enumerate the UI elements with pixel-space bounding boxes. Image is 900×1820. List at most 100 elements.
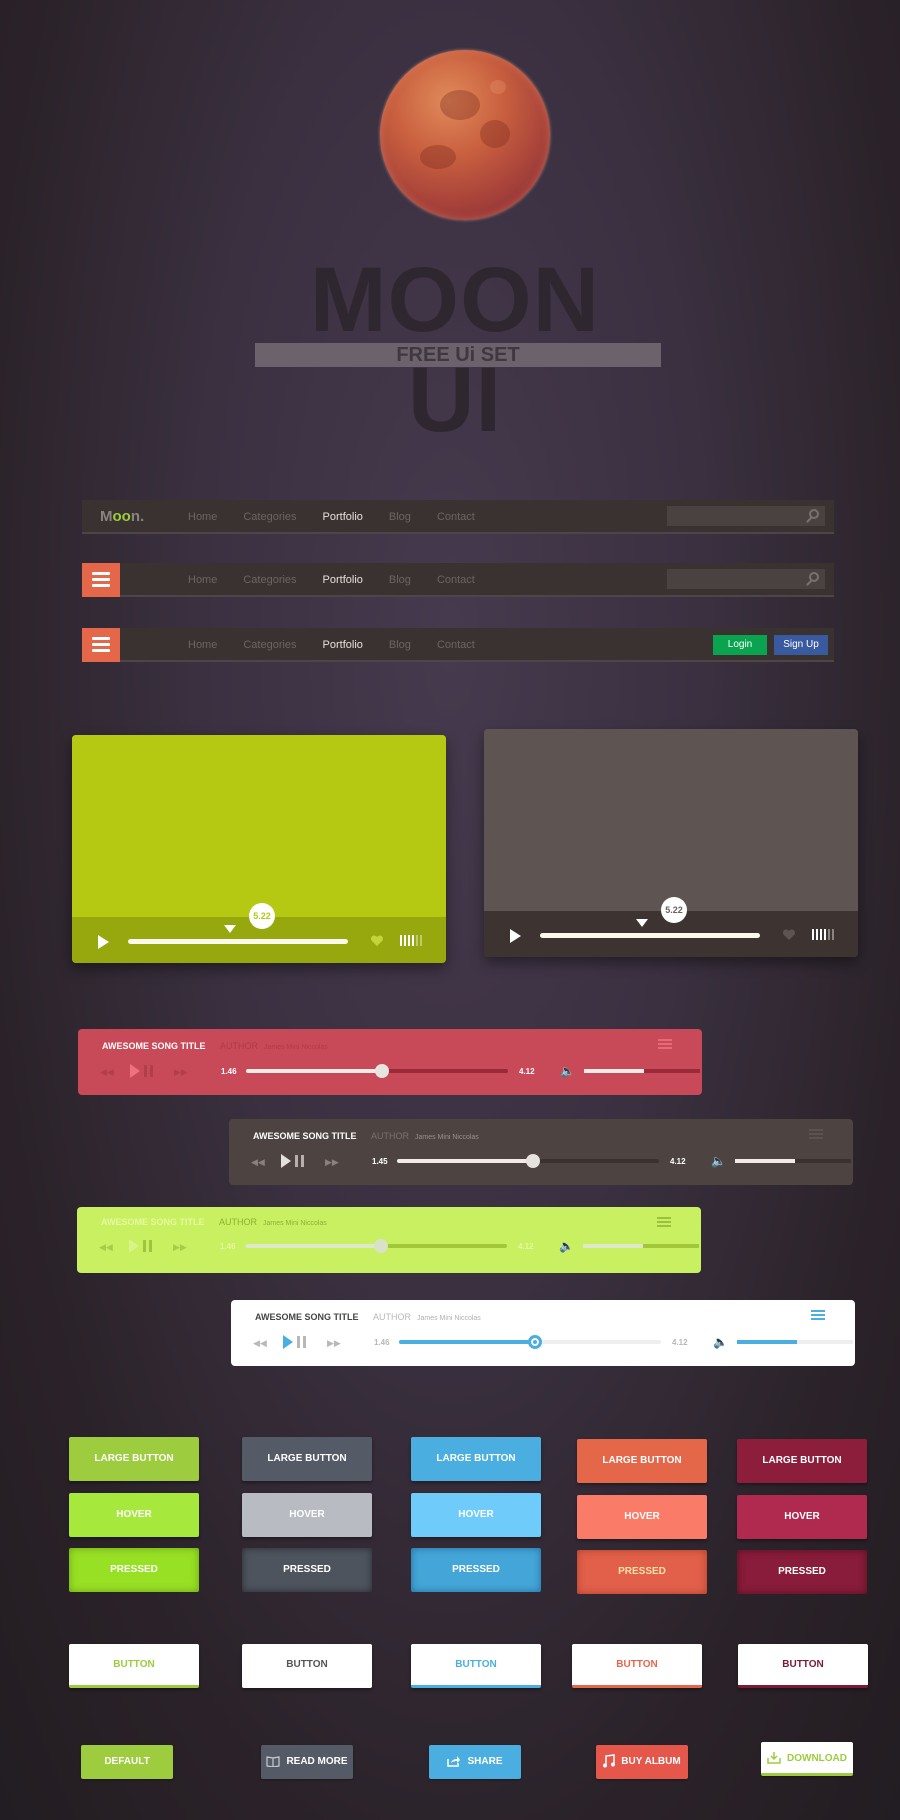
fast-forward-icon[interactable]: ▶▶ (327, 1338, 341, 1349)
large-button-crimson[interactable]: LARGE BUTTON (737, 1439, 867, 1483)
volume-slider[interactable] (583, 1244, 699, 1248)
volume-bars-icon[interactable] (400, 935, 422, 946)
hover-button-blue[interactable]: HOVER (411, 1493, 541, 1537)
fast-forward-icon[interactable]: ▶▶ (173, 1242, 187, 1253)
play-icon[interactable] (98, 935, 109, 949)
nav-item-contact[interactable]: Contact (437, 574, 475, 586)
white-button-crimson[interactable]: BUTTON (738, 1644, 868, 1688)
play-icon[interactable] (129, 1239, 139, 1253)
nav-item-home[interactable]: Home (188, 574, 217, 586)
volume-icon[interactable]: 🔈 (713, 1335, 728, 1349)
progress-marker[interactable] (224, 925, 236, 933)
share-button[interactable]: SHARE (429, 1745, 521, 1779)
pressed-button-crimson[interactable]: PRESSED (737, 1550, 867, 1594)
hamburger-button[interactable] (82, 563, 120, 597)
video-screen[interactable] (484, 729, 858, 911)
large-button-coral[interactable]: LARGE BUTTON (577, 1439, 707, 1483)
volume-icon[interactable]: 🔈 (560, 1064, 575, 1078)
nav-item-portfolio[interactable]: Portfolio (323, 639, 363, 651)
search-icon[interactable] (809, 572, 819, 582)
playlist-menu-icon[interactable] (811, 1310, 825, 1322)
seek-knob[interactable] (375, 1064, 390, 1078)
nav-item-home[interactable]: Home (188, 511, 217, 523)
signup-button[interactable]: Sign Up (774, 635, 828, 655)
video-progress-track[interactable] (540, 933, 760, 938)
volume-icon[interactable]: 🔈 (711, 1154, 726, 1168)
seek-bar[interactable] (245, 1239, 507, 1253)
hover-button-crimson[interactable]: HOVER (737, 1495, 867, 1539)
playlist-menu-icon[interactable] (657, 1217, 671, 1229)
nav-item-blog[interactable]: Blog (389, 574, 411, 586)
video-progress-track[interactable] (128, 939, 348, 944)
read-more-button[interactable]: READ MORE (261, 1745, 353, 1779)
pause-icon[interactable] (295, 1155, 304, 1167)
rewind-icon[interactable]: ◀◀ (253, 1338, 267, 1349)
fast-forward-icon[interactable]: ▶▶ (325, 1157, 339, 1168)
pressed-button-blue[interactable]: PRESSED (411, 1548, 541, 1592)
nav-item-blog[interactable]: Blog (389, 639, 411, 651)
playlist-menu-icon[interactable] (658, 1039, 672, 1051)
brand-logo[interactable]: Moon. (100, 508, 144, 525)
nav-item-blog[interactable]: Blog (389, 511, 411, 523)
nav-item-categories[interactable]: Categories (243, 639, 296, 651)
seek-bar[interactable] (397, 1154, 659, 1168)
play-icon[interactable] (281, 1154, 291, 1168)
volume-bars-icon[interactable] (812, 929, 834, 940)
volume-slider[interactable] (737, 1340, 853, 1344)
white-button-coral[interactable]: BUTTON (572, 1644, 702, 1688)
nav-item-home[interactable]: Home (188, 639, 217, 651)
volume-slider[interactable] (584, 1069, 700, 1073)
white-button-slate[interactable]: BUTTON (242, 1644, 372, 1688)
default-button[interactable]: DEFAULT (81, 1745, 173, 1779)
rewind-icon[interactable]: ◀◀ (100, 1067, 114, 1078)
progress-marker[interactable] (636, 919, 648, 927)
white-button-green[interactable]: BUTTON (69, 1644, 199, 1688)
pressed-button-green[interactable]: PRESSED (69, 1548, 199, 1592)
volume-icon[interactable]: 🔈 (559, 1239, 574, 1253)
video-player-lime: 5.22 (72, 735, 446, 963)
large-button-slate[interactable]: LARGE BUTTON (242, 1437, 372, 1481)
play-icon[interactable] (283, 1335, 293, 1349)
heart-icon[interactable] (782, 928, 796, 942)
seek-bar[interactable] (246, 1064, 508, 1078)
nav-item-portfolio[interactable]: Portfolio (323, 511, 363, 523)
search-input[interactable] (667, 506, 825, 526)
seek-knob[interactable] (374, 1239, 389, 1253)
hover-button-coral[interactable]: HOVER (577, 1495, 707, 1539)
login-button[interactable]: Login (713, 635, 767, 655)
rewind-icon[interactable]: ◀◀ (251, 1157, 265, 1168)
play-icon[interactable] (510, 929, 521, 943)
hover-button-green[interactable]: HOVER (69, 1493, 199, 1537)
nav-item-contact[interactable]: Contact (437, 511, 475, 523)
search-icon[interactable] (809, 509, 819, 519)
heart-icon[interactable] (370, 934, 384, 948)
pressed-button-coral[interactable]: PRESSED (577, 1550, 707, 1594)
seek-knob[interactable] (528, 1335, 543, 1349)
video-screen[interactable] (72, 735, 446, 917)
navbar-menu-auth: Home Categories Portfolio Blog Contact L… (82, 628, 834, 662)
large-button-green[interactable]: LARGE BUTTON (69, 1437, 199, 1481)
hamburger-button[interactable] (82, 628, 120, 662)
rewind-icon[interactable]: ◀◀ (99, 1242, 113, 1253)
search-input[interactable] (667, 569, 825, 589)
playlist-menu-icon[interactable] (809, 1129, 823, 1141)
playback-controls: ◀◀ ▶▶ (100, 1064, 190, 1078)
nav-item-portfolio[interactable]: Portfolio (323, 574, 363, 586)
pause-icon[interactable] (297, 1336, 306, 1348)
buy-album-button[interactable]: BUY ALBUM (596, 1745, 688, 1779)
play-icon[interactable] (130, 1064, 140, 1078)
download-button[interactable]: DOWNLOAD (761, 1742, 853, 1776)
pressed-button-slate[interactable]: PRESSED (242, 1548, 372, 1592)
white-button-blue[interactable]: BUTTON (411, 1644, 541, 1688)
fast-forward-icon[interactable]: ▶▶ (174, 1067, 188, 1078)
seek-knob[interactable] (526, 1154, 541, 1168)
volume-slider[interactable] (735, 1159, 851, 1163)
large-button-blue[interactable]: LARGE BUTTON (411, 1437, 541, 1481)
nav-item-categories[interactable]: Categories (243, 574, 296, 586)
seek-bar[interactable] (399, 1335, 661, 1349)
nav-item-contact[interactable]: Contact (437, 639, 475, 651)
pause-icon[interactable] (143, 1240, 152, 1252)
hover-button-slate[interactable]: HOVER (242, 1493, 372, 1537)
pause-icon[interactable] (144, 1065, 153, 1077)
nav-item-categories[interactable]: Categories (243, 511, 296, 523)
